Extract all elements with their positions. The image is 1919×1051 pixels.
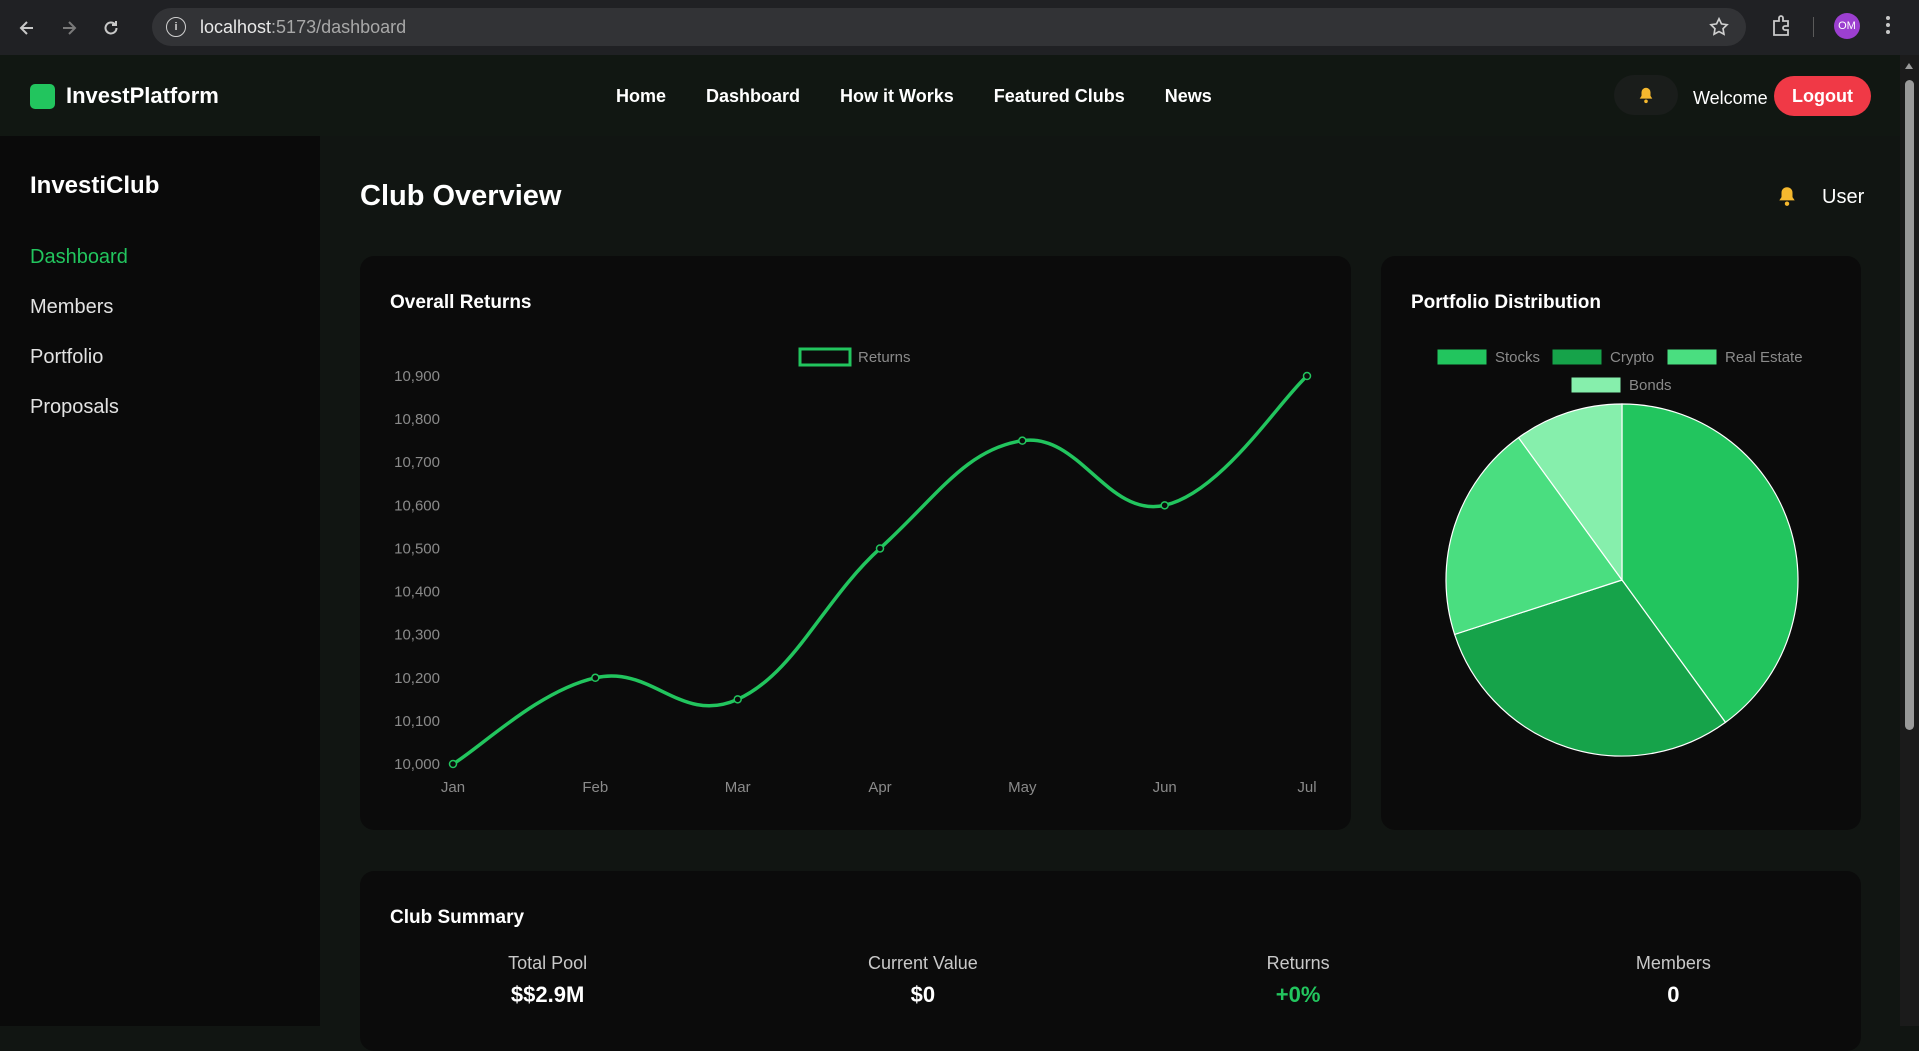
- site-info-icon[interactable]: i: [166, 17, 186, 37]
- stat-returns: Returns +0%: [1111, 953, 1486, 1008]
- page-title: Club Overview: [360, 180, 562, 212]
- legend-label: Returns: [858, 349, 911, 366]
- nav-home[interactable]: Home: [616, 86, 666, 107]
- top-nav: Home Dashboard How it Works Featured Clu…: [616, 86, 1212, 107]
- brand-logo-icon: [30, 83, 55, 109]
- data-point: [1160, 501, 1169, 510]
- y-tick-label: 10,800: [394, 411, 440, 428]
- stat-value: 0: [1667, 982, 1680, 1007]
- stat-current-value: Current Value $0: [735, 953, 1110, 1008]
- sidebar-item-dashboard[interactable]: Dashboard: [30, 246, 128, 296]
- address-bar[interactable]: i localhost:5173/dashboard: [152, 8, 1746, 46]
- nav-how-it-works[interactable]: How it Works: [840, 86, 954, 107]
- brand[interactable]: InvestPlatform: [30, 83, 219, 109]
- stat-label: Current Value: [868, 953, 978, 973]
- y-tick-label: 10,900: [394, 368, 440, 385]
- legend-swatch: [1570, 376, 1622, 394]
- legend-label: Stocks: [1495, 349, 1540, 366]
- legend-swatch: [1666, 348, 1718, 366]
- data-point: [875, 544, 885, 553]
- data-point: [733, 695, 742, 704]
- notifications-button[interactable]: [1614, 75, 1678, 115]
- sidebar-item-portfolio[interactable]: Portfolio: [30, 346, 128, 396]
- stat-members: Members 0: [1486, 953, 1861, 1008]
- nav-featured-clubs[interactable]: Featured Clubs: [994, 86, 1125, 107]
- summary-stats: Total Pool $$2.9M Current Value $0 Retur…: [360, 953, 1861, 1008]
- logout-button[interactable]: Logout: [1774, 76, 1871, 116]
- sidebar-title: InvestiClub: [30, 172, 160, 199]
- legend-label: Real Estate: [1725, 349, 1803, 366]
- x-tick-label: Mar: [725, 779, 751, 796]
- returns-series-line: [452, 374, 1309, 766]
- legend-swatch: [1551, 348, 1603, 366]
- page-scrollbar[interactable]: [1900, 55, 1919, 1026]
- bell-icon[interactable]: [1776, 185, 1798, 212]
- y-tick-label: 10,500: [394, 540, 440, 557]
- stat-value: +0%: [1275, 982, 1321, 1007]
- legend-label: Bonds: [1629, 377, 1672, 394]
- y-tick-label: 10,100: [394, 713, 440, 730]
- browser-menu-icon[interactable]: [1884, 13, 1892, 42]
- sidebar-item-proposals[interactable]: Proposals: [30, 396, 128, 446]
- data-point: [1018, 436, 1027, 445]
- legend-swatch: [798, 347, 852, 367]
- bell-icon: [1639, 87, 1653, 104]
- sidebar-item-members[interactable]: Members: [30, 296, 128, 346]
- y-tick-label: 10,600: [394, 497, 440, 514]
- scrollbar-thumb[interactable]: [1905, 80, 1914, 730]
- data-point: [1302, 371, 1312, 381]
- stat-value: $0: [910, 982, 936, 1007]
- back-arrow-icon[interactable]: [12, 13, 42, 43]
- data-point: [448, 759, 458, 769]
- x-tick-label: May: [1008, 779, 1037, 796]
- y-tick-label: 10,300: [394, 627, 440, 644]
- stat-total-pool: Total Pool $$2.9M: [360, 953, 735, 1008]
- summary-card-title: Club Summary: [390, 907, 525, 928]
- user-label[interactable]: User: [1822, 186, 1864, 209]
- x-tick-label: Jan: [441, 779, 465, 796]
- returns-line-chart: Returns 10,000 10,100 10,200 10,300 10,400 10,…: [394, 347, 1317, 796]
- overall-returns-card: Overall Returns Returns 10,000 10,100 10,20…: [360, 256, 1351, 830]
- bookmark-star-icon[interactable]: [1708, 16, 1730, 43]
- stat-value: $$2.9M: [510, 982, 585, 1007]
- x-tick-label: Jun: [1153, 779, 1177, 796]
- sidebar: InvestiClub Dashboard Members Portfolio …: [0, 136, 320, 1026]
- stat-label: Total Pool: [508, 953, 588, 973]
- y-tick-label: 10,700: [394, 454, 440, 471]
- nav-dashboard[interactable]: Dashboard: [706, 86, 800, 107]
- legend-label: Crypto: [1610, 349, 1654, 366]
- scroll-up-arrow-icon[interactable]: [1905, 63, 1913, 69]
- profile-avatar[interactable]: OM: [1834, 13, 1860, 39]
- stat-label: Members: [1635, 953, 1711, 973]
- x-tick-label: Feb: [582, 779, 608, 796]
- forward-arrow-icon[interactable]: [54, 13, 84, 43]
- browser-toolbar: i localhost:5173/dashboard OM: [0, 0, 1919, 55]
- nav-news[interactable]: News: [1165, 86, 1212, 107]
- stat-label: Returns: [1266, 953, 1330, 973]
- portfolio-pie-chart: Stocks Crypto Real Estate Bonds: [1436, 348, 1803, 757]
- y-tick-label: 10,400: [394, 584, 440, 601]
- portfolio-distribution-card: Portfolio Distribution Stocks Crypto Real …: [1381, 256, 1861, 830]
- sidebar-menu: Dashboard Members Portfolio Proposals: [30, 246, 128, 446]
- extensions-icon[interactable]: [1770, 13, 1794, 44]
- y-tick-label: 10,000: [394, 756, 440, 773]
- x-tick-label: Apr: [868, 779, 891, 796]
- app-header: InvestPlatform Home Dashboard How it Wor…: [0, 55, 1900, 136]
- data-point: [591, 673, 600, 683]
- y-tick-label: 10,200: [394, 670, 440, 687]
- url-text[interactable]: localhost:5173/dashboard: [200, 17, 406, 38]
- reload-icon[interactable]: [96, 13, 126, 43]
- toolbar-divider: [1813, 17, 1814, 37]
- x-tick-label: Jul: [1297, 779, 1316, 796]
- welcome-text: Welcome: [1693, 88, 1768, 108]
- brand-name: InvestPlatform: [66, 83, 219, 108]
- legend-swatch: [1436, 348, 1488, 366]
- club-summary-card: Club Summary Total Pool $$2.9M Current V…: [360, 871, 1861, 1051]
